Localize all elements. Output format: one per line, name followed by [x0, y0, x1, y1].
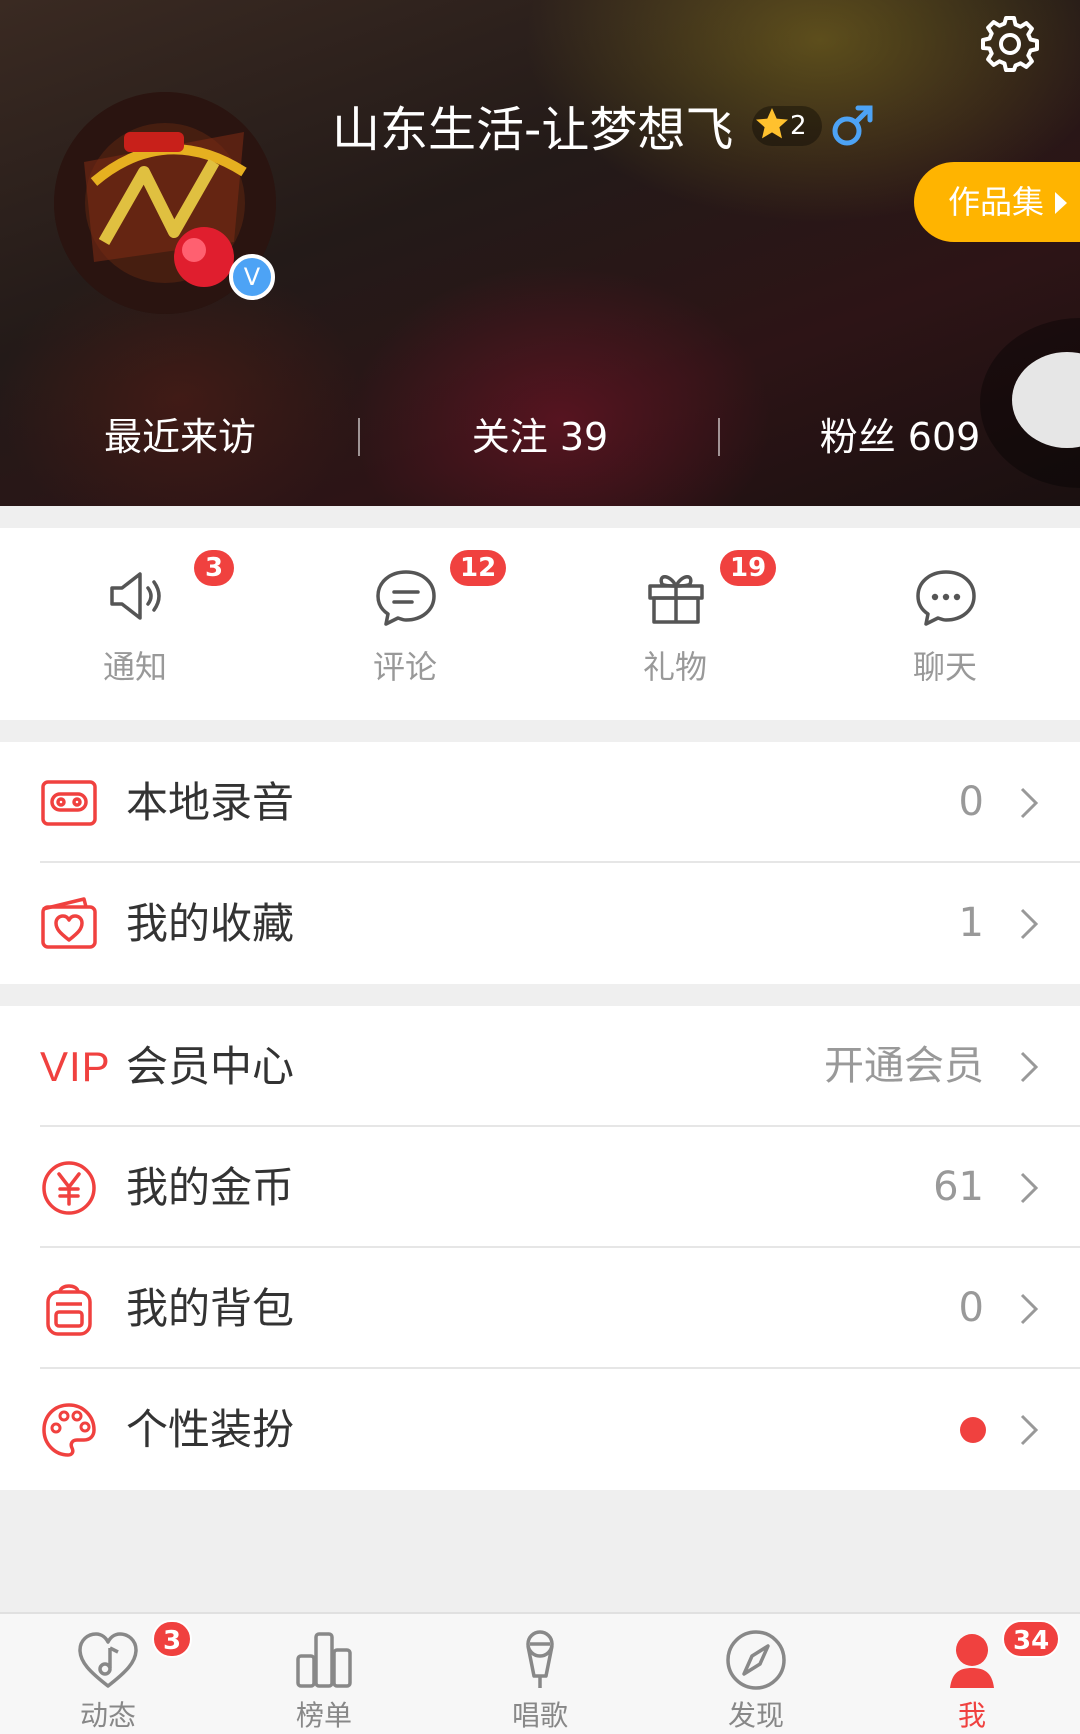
menu-row-my-backpack[interactable]: 我的背包 0	[0, 1248, 1080, 1369]
menu-label: 会员中心	[126, 1042, 295, 1091]
menu-label: 个性装扮	[126, 1405, 295, 1454]
me-badge: 34	[1002, 1620, 1061, 1658]
menu-row-local-recording[interactable]: 本地录音 0	[0, 742, 1080, 863]
menu-label: 本地录音	[126, 778, 295, 827]
menu-group-local: 本地录音 0 我的收藏 1	[0, 742, 1080, 984]
backpack-icon	[46, 1284, 92, 1336]
quick-action-label: 评论	[372, 648, 437, 686]
nav-tab-sing[interactable]: 唱歌	[432, 1614, 648, 1734]
menu-label: 我的收藏	[126, 899, 295, 948]
quick-action-label: 通知	[102, 648, 167, 686]
quick-action-chat[interactable]: 聊天	[810, 528, 1080, 720]
compass-icon	[726, 1630, 786, 1690]
nav-label: 唱歌	[511, 1699, 568, 1732]
nav-tab-feed[interactable]: 3 动态	[0, 1614, 216, 1734]
chat-icon	[916, 570, 976, 626]
recent-visitors-link[interactable]: 最近来访	[0, 400, 360, 474]
comment-icon	[376, 570, 436, 626]
menu-value: 0	[958, 1285, 984, 1331]
nav-label: 动态	[79, 1699, 136, 1732]
level-star-icon	[756, 108, 788, 139]
fans-count[interactable]: 粉丝 609	[720, 400, 1080, 474]
speaker-icon	[110, 572, 161, 620]
menu-value: 61	[933, 1164, 984, 1210]
nav-tab-discover[interactable]: 发现	[648, 1614, 864, 1734]
palette-icon	[42, 1403, 96, 1457]
quick-action-notice[interactable]: 3 通知	[0, 528, 270, 720]
chevron-right-icon	[1020, 1172, 1039, 1204]
chart-bars-icon	[296, 1632, 352, 1688]
quick-action-label: 礼物	[642, 648, 707, 686]
profile-header: V 山东生活-让梦想飞 2 作品集 最近来访 关注 39 粉丝 609	[0, 0, 1080, 506]
verified-v-icon: V	[229, 254, 275, 300]
menu-row-personal-dress[interactable]: 个性装扮	[0, 1369, 1080, 1490]
chevron-right-icon	[1020, 787, 1039, 819]
chevron-right-icon	[1020, 1051, 1039, 1083]
level-number: 2	[790, 111, 807, 141]
menu-row-my-favorites[interactable]: 我的收藏 1	[0, 863, 1080, 984]
quick-action-gift[interactable]: 19 礼物	[540, 528, 810, 720]
menu-row-vip-center[interactable]: VIP 会员中心 开通会员	[0, 1006, 1080, 1127]
nav-label: 发现	[727, 1699, 784, 1732]
menu-value: 开通会员	[824, 1043, 984, 1089]
chevron-right-icon	[1020, 1293, 1039, 1325]
nav-tab-me[interactable]: 34 我	[864, 1614, 1080, 1734]
following-count[interactable]: 关注 39	[360, 400, 720, 474]
nav-tab-charts[interactable]: 榜单	[216, 1614, 432, 1734]
feed-badge: 3	[152, 1620, 193, 1658]
menu-group-account: VIP 会员中心 开通会员 我的金币 61 我的背包 0 个性装扮	[0, 1006, 1080, 1490]
bottom-navigation: 3 动态 榜单 唱歌 发现 34 我	[0, 1612, 1080, 1734]
chevron-right-icon	[1020, 1414, 1039, 1446]
works-arrow-icon	[1055, 192, 1067, 214]
heart-folder-icon	[41, 897, 97, 949]
male-icon	[832, 105, 873, 146]
settings-gear-icon[interactable]	[978, 12, 1042, 76]
music-heart-icon	[78, 1632, 138, 1688]
new-dot-indicator	[960, 1417, 986, 1443]
cassette-icon	[41, 780, 97, 826]
menu-row-my-coins[interactable]: 我的金币 61	[0, 1127, 1080, 1248]
profile-icon	[950, 1634, 994, 1688]
gift-badge: 19	[720, 550, 777, 586]
quick-actions-bar: 3 通知 12 评论 19 礼物 聊天	[0, 528, 1080, 720]
menu-label: 我的金币	[126, 1163, 295, 1212]
nav-label: 我	[957, 1699, 986, 1732]
quick-action-comment[interactable]: 12 评论	[270, 528, 540, 720]
menu-label: 我的背包	[126, 1284, 295, 1333]
profile-stats: 最近来访 关注 39 粉丝 609	[0, 400, 1080, 474]
comment-badge: 12	[450, 550, 507, 586]
menu-value: 0	[958, 779, 984, 825]
username[interactable]: 山东生活-让梦想飞	[332, 98, 733, 162]
works-collection-label: 作品集	[948, 183, 1045, 221]
quick-action-label: 聊天	[912, 648, 977, 686]
nav-label: 榜单	[295, 1699, 352, 1732]
menu-value: 1	[958, 900, 984, 946]
chevron-right-icon	[1020, 908, 1039, 940]
vip-icon: VIP	[40, 1043, 111, 1090]
yuan-coin-icon	[42, 1161, 96, 1215]
notice-badge: 3	[194, 550, 234, 586]
gift-icon	[648, 575, 704, 624]
microphone-icon	[526, 1630, 554, 1688]
